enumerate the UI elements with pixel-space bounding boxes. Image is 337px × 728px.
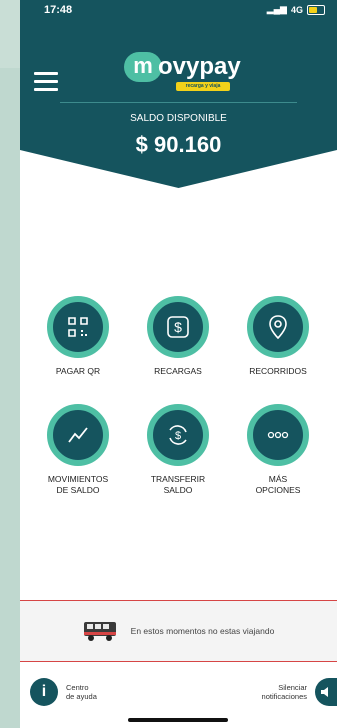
logo-mark: m <box>124 52 162 82</box>
header-divider <box>60 102 297 103</box>
balance-movements-circle <box>47 404 109 466</box>
logo-badge: recarga y viaja <box>176 82 230 91</box>
silence-notifications-label: Silenciar notificaciones <box>261 683 307 701</box>
info-icon: i <box>30 678 58 706</box>
transfer-icon: $ <box>169 425 187 445</box>
qr-icon <box>68 317 88 337</box>
status-time: 17:48 <box>44 4 73 16</box>
svg-text:$: $ <box>175 430 181 442</box>
balance-label: SALDO DISPONIBLE <box>130 113 227 124</box>
more-options-circle <box>247 404 309 466</box>
brand-logo: m ovypay recarga y viaja <box>124 52 254 92</box>
pay-qr-button[interactable]: PAGAR QR <box>28 296 128 377</box>
logo-wordmark: ovypay <box>158 53 241 80</box>
balance-movements-label: MOVIMIENTOS DE SALDO <box>47 474 109 495</box>
trip-status-bar: En estos momentos no estas viajando <box>20 600 337 662</box>
phone-screen: 17:48 ▂▄▆ 4G m ovypay recarga y viaja SA… <box>20 0 337 728</box>
status-indicators: ▂▄▆ 4G <box>267 4 325 15</box>
silence-notifications-button[interactable]: Silenciar notificaciones <box>262 678 337 706</box>
svg-text:$: $ <box>174 319 182 335</box>
network-label: 4G <box>290 4 303 15</box>
pay-qr-circle <box>47 296 109 358</box>
trip-status-message: En estos momentos no estas viajando <box>130 626 275 636</box>
balance-movements-button[interactable]: MOVIMIENTOS DE SALDO <box>28 404 128 496</box>
help-center-button[interactable]: i Centro de ayuda <box>30 678 97 706</box>
recharges-circle: $ <box>147 296 209 358</box>
transfer-balance-button[interactable]: $ TRANSFERIR SALDO <box>128 404 228 496</box>
routes-label: RECORRIDOS <box>249 366 307 376</box>
more-options-label: MÁS OPCIONES <box>255 474 301 495</box>
more-options-button[interactable]: MÁS OPCIONES <box>228 404 328 496</box>
recharges-label: RECARGAS <box>154 366 202 376</box>
balance-amount: $ 90.160 <box>135 132 222 157</box>
speaker-glyph <box>321 687 328 697</box>
battery-icon <box>307 4 325 15</box>
more-dots-icon <box>267 431 289 439</box>
home-indicator <box>128 718 228 722</box>
transfer-balance-circle: $ <box>147 404 209 466</box>
location-pin-icon <box>269 315 287 340</box>
pay-qr-label: PAGAR QR <box>55 366 101 376</box>
trend-line-icon <box>68 427 88 443</box>
hamburger-line <box>34 80 58 83</box>
bus-icon <box>83 622 116 641</box>
transfer-balance-label: TRANSFERIR SALDO <box>150 474 206 495</box>
signal-icon: ▂▄▆ <box>266 4 287 14</box>
routes-circle <box>247 296 309 358</box>
hamburger-line <box>34 72 58 75</box>
menu-button[interactable] <box>34 72 58 92</box>
hamburger-line <box>34 88 58 91</box>
speaker-icon <box>315 678 337 706</box>
recharges-button[interactable]: $ RECARGAS <box>128 296 228 377</box>
background-panel <box>0 0 20 728</box>
header: 17:48 ▂▄▆ 4G m ovypay recarga y viaja SA… <box>20 0 337 188</box>
dollar-icon: $ <box>167 316 189 338</box>
routes-button[interactable]: RECORRIDOS <box>228 296 328 377</box>
help-center-label: Centro de ayuda <box>66 683 97 701</box>
